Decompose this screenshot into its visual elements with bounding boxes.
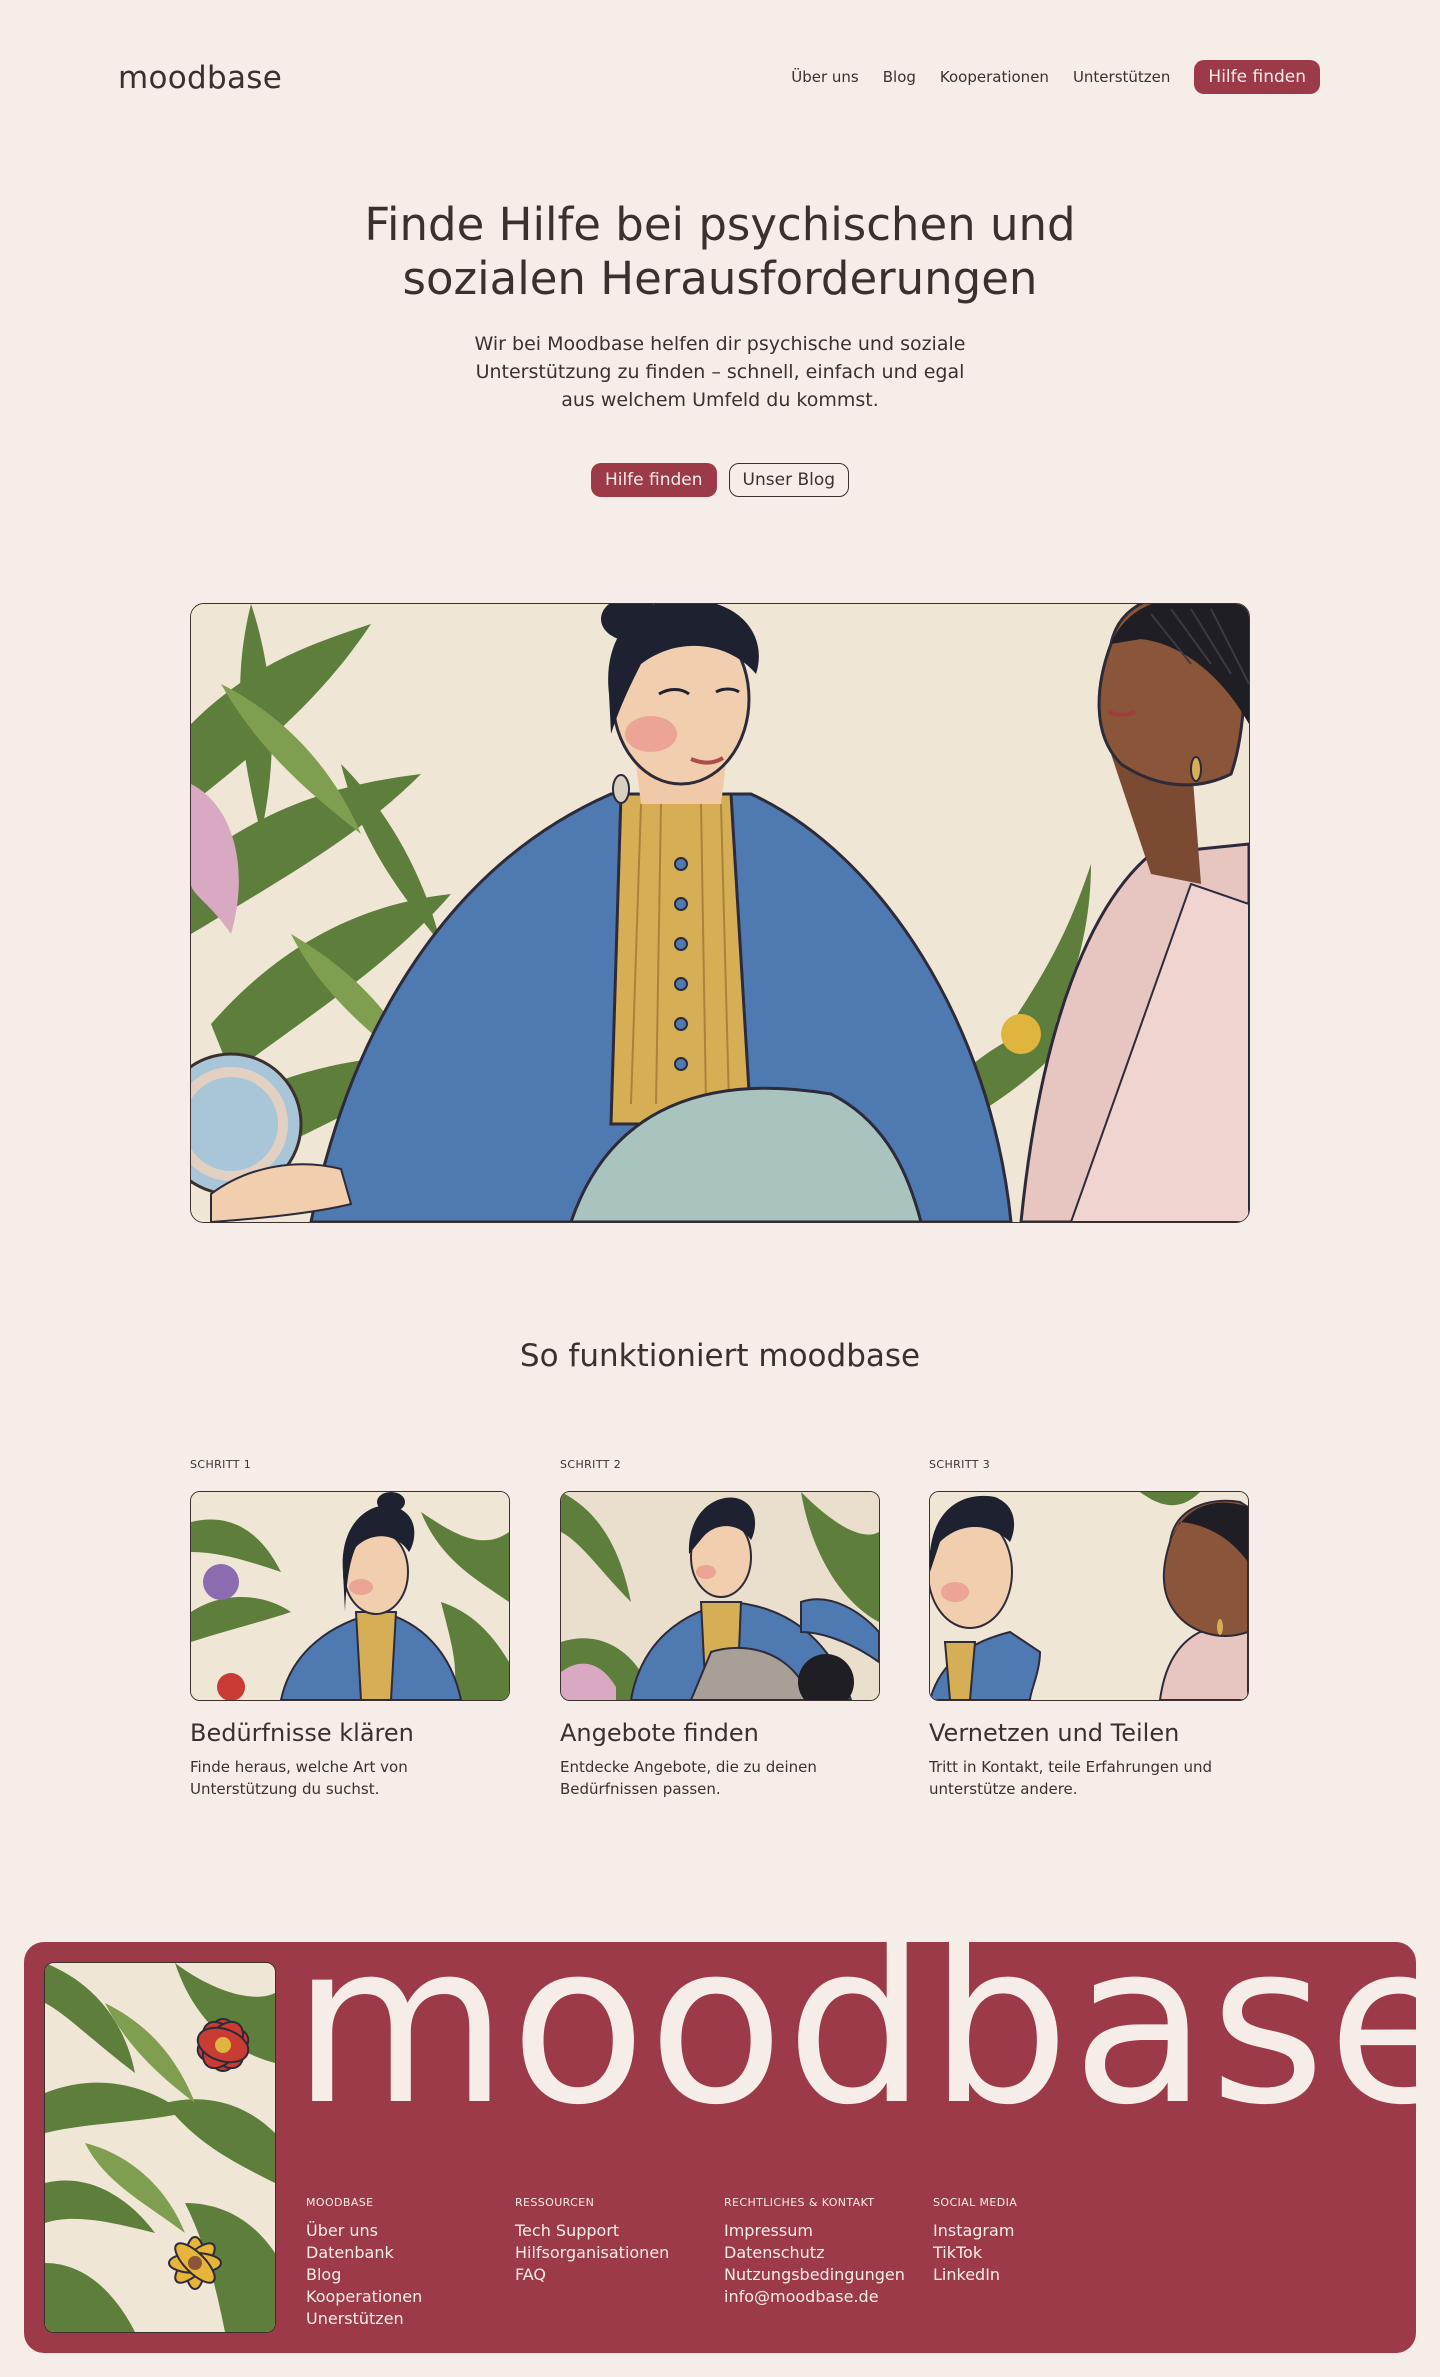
hero-illustration [190, 603, 1250, 1223]
step-label: SCHRITT 1 [190, 1458, 252, 1471]
footer-column-resources: RESSOURCEN Tech Support Hilfsorganisatio… [515, 2196, 715, 2286]
footer-link-cooperations[interactable]: Kooperationen [306, 2286, 506, 2308]
footer-column-legal: RECHTLICHES & KONTAKT Impressum Datensch… [724, 2196, 924, 2308]
main-nav: Über uns Blog Kooperationen Unterstützen… [791, 60, 1320, 94]
footer-link-terms[interactable]: Nutzungsbedingungen [724, 2264, 924, 2286]
footer-link-help-organizations[interactable]: Hilfsorganisationen [515, 2242, 715, 2264]
step-illustration-1 [190, 1491, 510, 1701]
footer-link-database[interactable]: Datenbank [306, 2242, 506, 2264]
step-title: Angebote finden [560, 1719, 759, 1747]
step-title: Bedürfnisse klären [190, 1719, 414, 1747]
footer-link-instagram[interactable]: Instagram [933, 2220, 1133, 2242]
site-footer: moodbase MOODBASE Über uns Datenbank Blo… [24, 1942, 1416, 2353]
footer-link-privacy[interactable]: Datenschutz [724, 2242, 924, 2264]
footer-link-imprint[interactable]: Impressum [724, 2220, 924, 2242]
footer-column-heading: RESSOURCEN [515, 2196, 595, 2209]
footer-column-moodbase: MOODBASE Über uns Datenbank Blog Koopera… [306, 2196, 506, 2330]
step-text: Finde heraus, welche Art von Unterstützu… [190, 1758, 408, 1798]
how-it-works-title: So funktioniert moodbase [519, 1338, 921, 1374]
step-text: Entdecke Angebote, die zu deinen Bedürfn… [560, 1758, 817, 1798]
hero-title-line-1: Finde Hilfe bei psychischen und [364, 198, 1076, 251]
footer-link-support[interactable]: Unerstützen [306, 2308, 506, 2330]
footer-link-about[interactable]: Über uns [306, 2220, 506, 2242]
footer-column-heading: MOODBASE [306, 2196, 374, 2209]
footer-link-faq[interactable]: FAQ [515, 2264, 715, 2286]
footer-link-tiktok[interactable]: TikTok [933, 2242, 1133, 2264]
footer-column-heading: RECHTLICHES & KONTAKT [724, 2196, 875, 2209]
nav-link-about[interactable]: Über uns [791, 68, 859, 86]
hero-title-line-2: sozialen Herausforderungen [402, 252, 1038, 305]
footer-column-heading: SOCIAL MEDIA [933, 2196, 1018, 2209]
hero-primary-button[interactable]: Hilfe finden [590, 463, 717, 497]
hero-secondary-button[interactable]: Unser Blog [728, 463, 850, 497]
footer-link-linkedin[interactable]: LinkedIn [933, 2264, 1133, 2286]
step-illustration-3 [929, 1491, 1249, 1701]
step-card-1: SCHRITT 1 Bedürfnisse klären Finde herau… [190, 1458, 510, 1800]
nav-link-blog[interactable]: Blog [883, 68, 916, 86]
nav-cta-button[interactable]: Hilfe finden [1194, 60, 1320, 94]
nav-link-support[interactable]: Unterstützen [1073, 68, 1170, 86]
footer-illustration [44, 1962, 276, 2333]
hero-title: Finde Hilfe bei psychischen und sozialen… [0, 198, 1440, 306]
hero-actions: Hilfe finden Unser Blog [0, 463, 1440, 497]
step-title: Vernetzen und Teilen [929, 1719, 1180, 1747]
footer-column-social: SOCIAL MEDIA Instagram TikTok LinkedIn [933, 2196, 1133, 2286]
step-card-3: SCHRITT 3 Vernetzen und Teilen Tritt in … [929, 1458, 1249, 1800]
step-label: SCHRITT 2 [560, 1458, 622, 1471]
hero-subtitle: Wir bei Moodbase helfen dir psychische u… [474, 333, 966, 411]
footer-wordmark: moodbase [292, 1942, 1416, 2154]
footer-link-email[interactable]: info@moodbase.de [724, 2286, 924, 2308]
site-logo[interactable]: moodbase [118, 60, 282, 96]
step-text: Tritt in Kontakt, teile Erfahrungen und … [929, 1758, 1213, 1798]
step-illustration-2 [560, 1491, 880, 1701]
nav-link-cooperations[interactable]: Kooperationen [940, 68, 1049, 86]
step-card-2: SCHRITT 2 Angebote finden Entdecke Angeb… [560, 1458, 880, 1800]
footer-link-blog[interactable]: Blog [306, 2264, 506, 2286]
footer-link-tech-support[interactable]: Tech Support [515, 2220, 715, 2242]
step-label: SCHRITT 3 [929, 1458, 991, 1471]
